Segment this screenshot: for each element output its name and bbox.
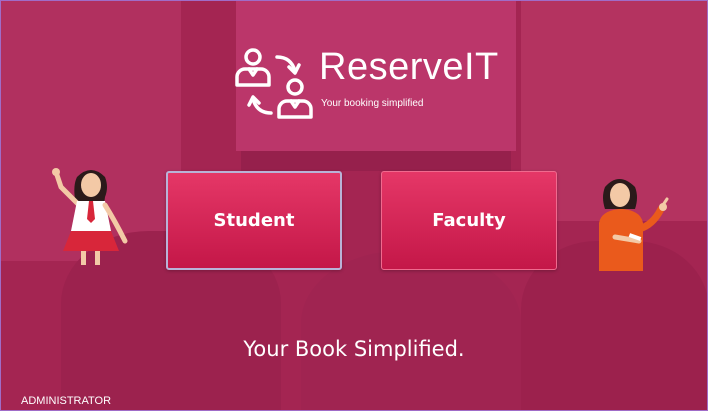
app-logo: ReserveIT Your booking simplified [233, 43, 498, 123]
login-screen: ReserveIT Your booking simplified Studen… [0, 0, 708, 411]
faculty-button-label: Faculty [432, 210, 506, 231]
faculty-teacher-illustration [599, 179, 669, 271]
student-button[interactable]: Student [166, 171, 342, 270]
faculty-button[interactable]: Faculty [381, 171, 557, 270]
users-exchange-icon [235, 48, 313, 119]
app-tagline: Your booking simplified [321, 98, 424, 109]
administrator-link[interactable]: ADMINISTRATOR [21, 395, 111, 407]
student-button-label: Student [213, 210, 295, 231]
app-title: ReserveIT [319, 46, 499, 88]
slogan-text: Your Book Simplified. [243, 337, 465, 361]
student-girl-illustration [52, 168, 128, 265]
